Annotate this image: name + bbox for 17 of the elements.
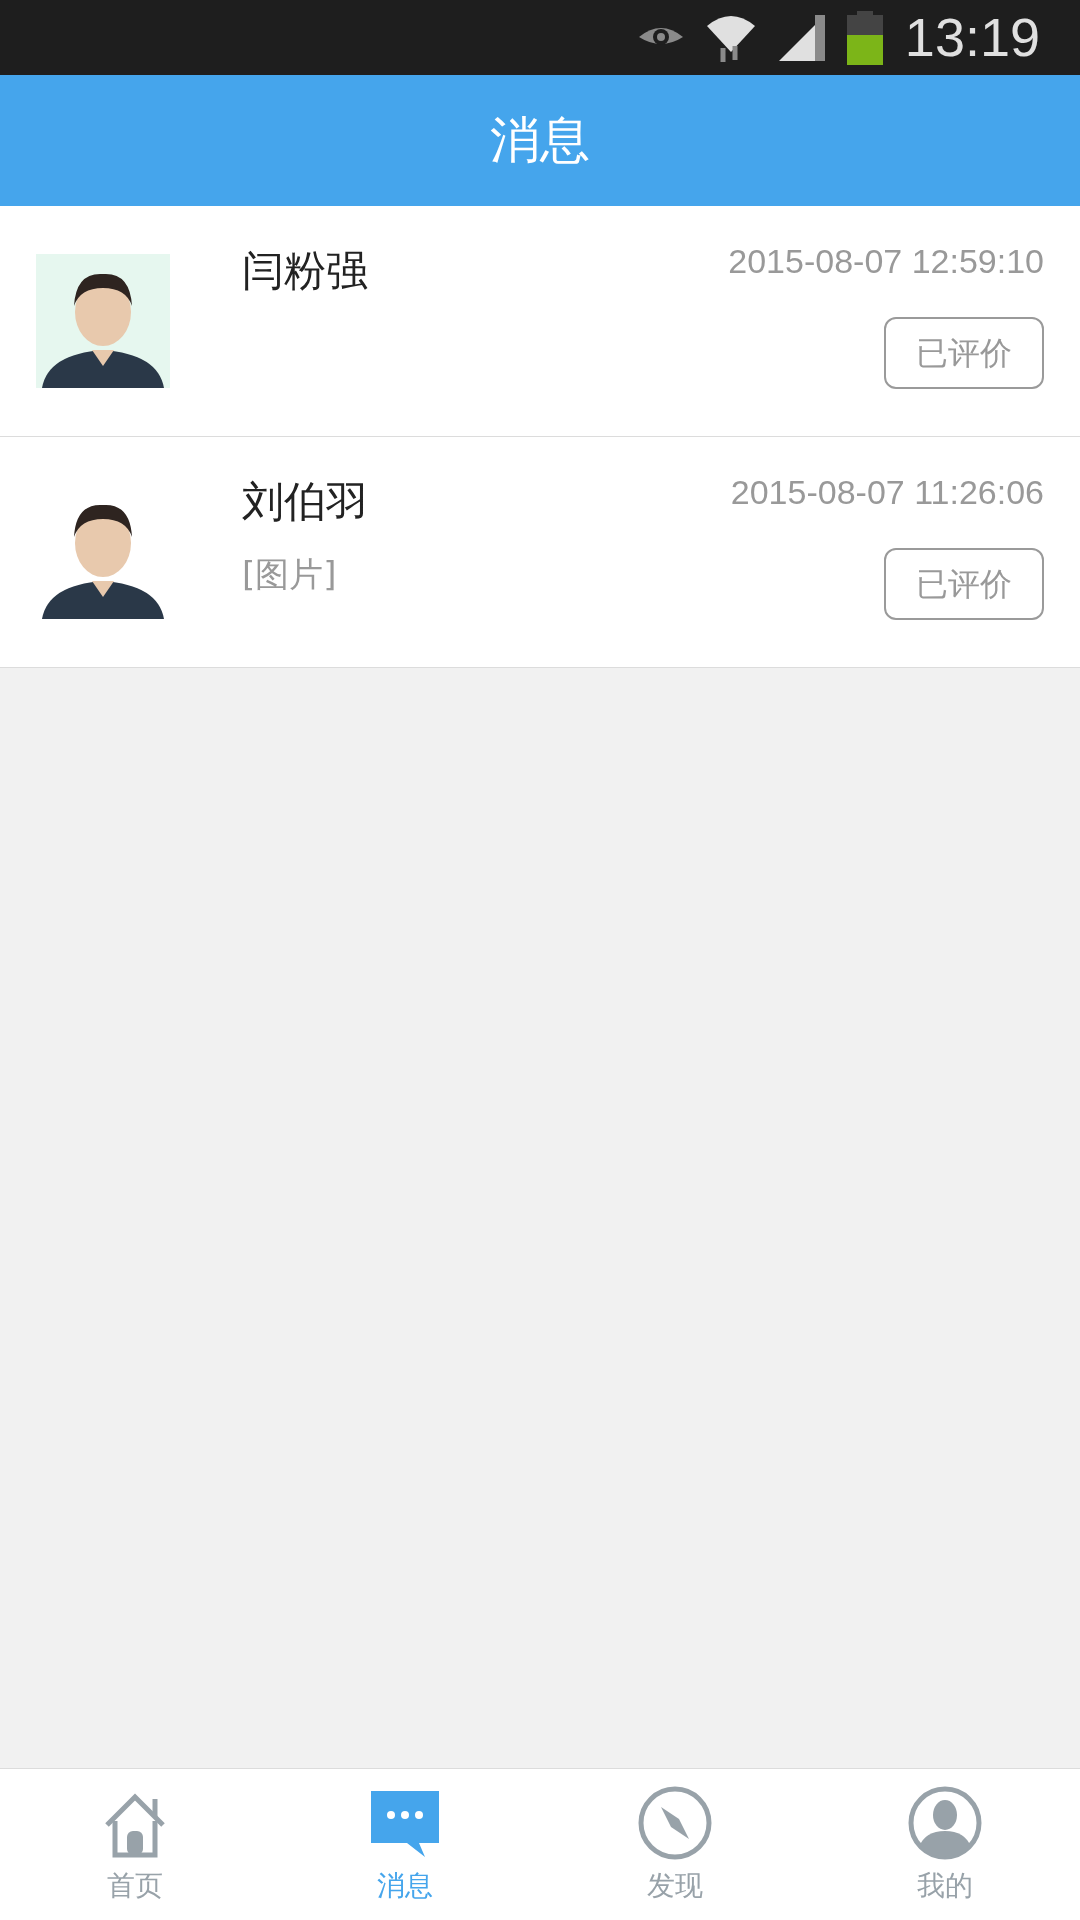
clock-time: 13:19 — [904, 6, 1040, 69]
battery-icon — [846, 10, 883, 65]
contact-name: 闫粉强 — [242, 246, 369, 297]
compass-icon — [637, 1785, 713, 1861]
tab[interactable]: 首页 — [0, 1769, 270, 1920]
header-title: 消息 — [0, 75, 1080, 206]
tab[interactable]: 我的 — [810, 1769, 1080, 1920]
signal-icon — [778, 14, 825, 61]
rated-button[interactable]: 已评价 — [884, 317, 1044, 389]
message-preview: [图片] — [242, 553, 338, 597]
contact-name: 刘伯羽 — [242, 477, 369, 528]
message-time: 2015-08-07 12:59:10 — [728, 241, 1044, 282]
rated-button[interactable]: 已评价 — [884, 548, 1044, 620]
tab[interactable]: 发现 — [540, 1769, 810, 1920]
message-time: 2015-08-07 11:26:06 — [730, 472, 1044, 513]
tab[interactable]: 消息 — [270, 1769, 540, 1920]
profile-icon — [907, 1785, 983, 1861]
